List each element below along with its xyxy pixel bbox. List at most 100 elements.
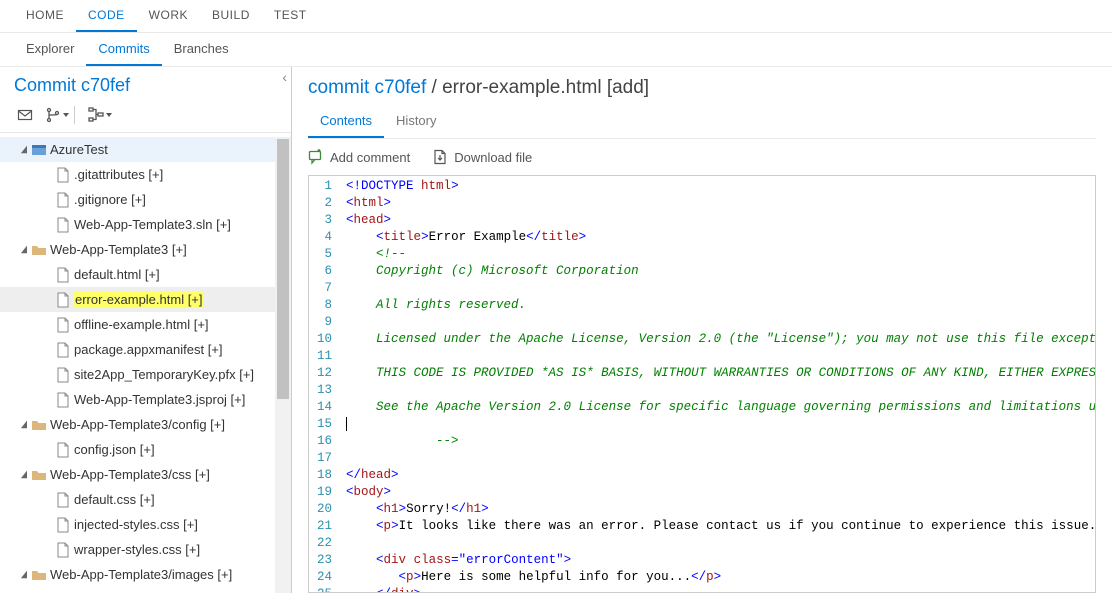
tab-home[interactable]: HOME: [14, 0, 76, 32]
folder-icon: [30, 567, 48, 583]
code-line: </head>: [346, 467, 1095, 484]
mail-icon[interactable]: [16, 106, 34, 124]
tab-build[interactable]: BUILD: [200, 0, 262, 32]
tree-file[interactable]: .gitignore [+]: [0, 187, 291, 212]
filetab-history[interactable]: History: [384, 105, 448, 138]
line-number: 18: [317, 467, 332, 484]
line-number: 19: [317, 484, 332, 501]
expand-icon[interactable]: ◢: [19, 469, 29, 480]
folder-icon: [30, 417, 48, 433]
subtab-commits[interactable]: Commits: [86, 33, 161, 66]
line-number: 11: [317, 348, 332, 365]
line-number: 1: [317, 178, 332, 195]
code-content[interactable]: <!DOCTYPE html><html><head> <title>Error…: [342, 176, 1095, 593]
expand-icon[interactable]: ◢: [19, 244, 29, 255]
tree-item-label: Web-App-Template3/css [+]: [50, 467, 210, 482]
tree-file[interactable]: error-example.html [+]: [0, 287, 291, 312]
tree-item-label: .gitignore [+]: [74, 192, 146, 207]
tree-folder[interactable]: ◢Web-App-Template3/images [+]: [0, 562, 291, 587]
file-icon: [54, 267, 72, 283]
top-nav: HOME CODE WORK BUILD TEST: [0, 0, 1112, 33]
breadcrumb-file: error-example.html [add]: [442, 77, 649, 98]
tab-code[interactable]: CODE: [76, 0, 137, 32]
collapse-panel-button[interactable]: ‹: [282, 69, 287, 85]
tab-work[interactable]: WORK: [137, 0, 200, 32]
file-icon: [54, 192, 72, 208]
line-number: 22: [317, 535, 332, 552]
tree-item-label: Web-App-Template3.jsproj [+]: [74, 392, 245, 407]
tab-test[interactable]: TEST: [262, 0, 319, 32]
code-line: <head>: [346, 212, 1095, 229]
tree-folder[interactable]: ◢ Web-App-Template3 [+]: [0, 237, 291, 262]
line-number: 15: [317, 416, 332, 433]
tree-item-label: wrapper-styles.css [+]: [74, 542, 200, 557]
add-comment-button[interactable]: Add comment: [308, 149, 410, 165]
tree-item-label: default.html [+]: [74, 267, 160, 282]
code-line: <h1>Sorry!</h1>: [346, 501, 1095, 518]
tree-file[interactable]: injected-styles.css [+]: [0, 512, 291, 537]
line-number: 6: [317, 263, 332, 280]
tree-item-label: site2App_TemporaryKey.pfx [+]: [74, 367, 254, 382]
line-number: 3: [317, 212, 332, 229]
scrollbar-thumb[interactable]: [277, 139, 289, 399]
code-line: [346, 416, 1095, 433]
tree-item-label: injected-styles.css [+]: [74, 517, 198, 532]
file-icon: [54, 517, 72, 533]
tree-file[interactable]: offline-example.html [+]: [0, 312, 291, 337]
tree-item-label: offline-example.html [+]: [74, 317, 209, 332]
tree-file[interactable]: Web-App-Template3.jsproj [+]: [0, 387, 291, 412]
branch-icon[interactable]: [44, 106, 62, 124]
text-cursor: [346, 417, 347, 431]
tree-file[interactable]: default.css [+]: [0, 487, 291, 512]
file-icon: [54, 542, 72, 558]
tree-file[interactable]: site2App_TemporaryKey.pfx [+]: [0, 362, 291, 387]
code-line: <div class="errorContent">: [346, 552, 1095, 569]
subtab-branches[interactable]: Branches: [162, 33, 241, 66]
code-line: See the Apache Version 2.0 License for s…: [346, 399, 1095, 416]
tree-item-label: Web-App-Template3/config [+]: [50, 417, 225, 432]
breadcrumb-commit-link[interactable]: commit c70fef: [308, 77, 426, 98]
line-number: 16: [317, 433, 332, 450]
code-line: [346, 450, 1095, 467]
filetab-contents[interactable]: Contents: [308, 105, 384, 138]
tree-file[interactable]: package.appxmanifest [+]: [0, 337, 291, 362]
tree-folder[interactable]: ◢ Web-App-Template3/css [+]: [0, 462, 291, 487]
file-icon: [54, 367, 72, 383]
expand-icon[interactable]: ◢: [19, 569, 29, 580]
file-icon: [54, 217, 72, 233]
subtab-explorer[interactable]: Explorer: [14, 33, 86, 66]
expand-icon[interactable]: ◢: [19, 419, 29, 430]
line-number: 14: [317, 399, 332, 416]
file-icon: [54, 167, 72, 183]
folder-icon: [30, 467, 48, 483]
right-panel: commit c70fef / error-example.html [add]…: [292, 67, 1112, 593]
tree-file[interactable]: default.html [+]: [0, 262, 291, 287]
tree-file[interactable]: Web-App-Template3.sln [+]: [0, 212, 291, 237]
line-number: 4: [317, 229, 332, 246]
file-icon: [54, 342, 72, 358]
tree-file[interactable]: .gitattributes [+]: [0, 162, 291, 187]
code-line: THIS CODE IS PROVIDED *AS IS* BASIS, WIT…: [346, 365, 1095, 382]
code-line: Copyright (c) Microsoft Corporation: [346, 263, 1095, 280]
code-gutter: 1234567891011121314151617181920212223242…: [309, 176, 342, 593]
expand-icon[interactable]: ◢: [19, 144, 29, 155]
tree-item-label: package.appxmanifest [+]: [74, 342, 223, 357]
tree-view-icon[interactable]: [87, 106, 105, 124]
add-comment-label: Add comment: [330, 150, 410, 165]
tree-item-label: default.css [+]: [74, 492, 155, 507]
code-line: [346, 535, 1095, 552]
tree-folder[interactable]: ◢AzureTest: [0, 137, 291, 162]
code-line: -->: [346, 433, 1095, 450]
left-toolbar: [0, 100, 291, 133]
tree-folder[interactable]: ◢ Web-App-Template3/config [+]: [0, 412, 291, 437]
tree-item-label: Web-App-Template3 [+]: [50, 242, 187, 257]
tree-file[interactable]: config.json [+]: [0, 437, 291, 462]
tree-file[interactable]: wrapper-styles.css [+]: [0, 537, 291, 562]
code-line: <p>Here is some helpful info for you...<…: [346, 569, 1095, 586]
scrollbar-track[interactable]: [275, 139, 291, 593]
line-number: 9: [317, 314, 332, 331]
code-line: [346, 280, 1095, 297]
download-file-button[interactable]: Download file: [432, 149, 532, 165]
code-line: [346, 382, 1095, 399]
breadcrumb: commit c70fef / error-example.html [add]: [292, 67, 1112, 105]
